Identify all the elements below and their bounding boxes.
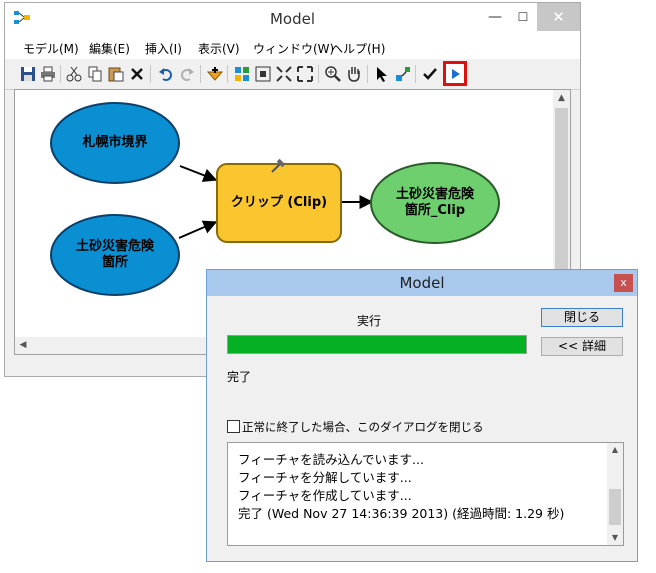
log-line: フィーチャを分解しています... xyxy=(238,470,412,485)
toolbar-separator xyxy=(227,65,228,83)
toolbar-separator xyxy=(200,65,201,83)
add-data-icon[interactable] xyxy=(206,65,224,83)
toolbar-separator xyxy=(415,65,416,83)
select-icon[interactable] xyxy=(373,65,391,83)
minimize-button[interactable]: — xyxy=(481,3,509,31)
log-line: フィーチャを作成しています... xyxy=(238,488,412,503)
log-line: 完了 (Wed Nov 27 14:36:39 2013) (経過時間: 1.2… xyxy=(238,506,565,521)
validate-icon[interactable] xyxy=(421,65,439,83)
dialog-title: Model xyxy=(399,274,445,292)
full-extent-icon[interactable] xyxy=(275,65,293,83)
menu-view[interactable]: 表示(V) xyxy=(198,40,240,57)
close-button[interactable]: ✕ xyxy=(537,3,580,31)
dialog-title-bar[interactable]: Model x xyxy=(207,270,637,296)
auto-layout-icon[interactable] xyxy=(233,65,251,83)
scroll-left-arrow-icon[interactable]: ◀ xyxy=(15,337,31,354)
input-node-2-label-line2: 箇所 xyxy=(101,255,128,270)
log-line: フィーチャを読み込んでいます... xyxy=(238,452,424,467)
log-scrollbar[interactable]: ▲ ▼ xyxy=(607,443,623,545)
toolbar-separator xyxy=(150,65,151,83)
close-on-success-checkbox[interactable] xyxy=(227,420,240,433)
progress-dialog: Model x 実行 閉じる << 詳細 完了 正常に終了した場合、このダイアロ… xyxy=(206,269,638,562)
menu-bar: モデル(M) 編集(E) 挿入(I) 表示(V) ウィンドウ(W) ヘルプ(H) xyxy=(5,35,580,59)
scroll-up-arrow-icon[interactable]: ▲ xyxy=(607,443,623,457)
progress-bar xyxy=(227,335,527,354)
output-node-label-line2: 箇所_Clip xyxy=(404,203,466,218)
close-on-success-label: 正常に終了した場合、このダイアログを閉じる xyxy=(242,420,484,434)
undo-icon[interactable] xyxy=(157,65,175,83)
print-icon[interactable] xyxy=(39,65,57,83)
zoom-in-icon[interactable] xyxy=(324,65,342,83)
connect-icon[interactable] xyxy=(394,65,412,83)
toolbar xyxy=(5,59,580,90)
save-icon[interactable] xyxy=(19,65,37,83)
progress-fill xyxy=(228,336,526,353)
output-node-label-line1: 土砂災害危険 xyxy=(395,187,474,202)
message-log[interactable]: フィーチャを読み込んでいます... フィーチャを分解しています... フィーチャ… xyxy=(227,442,624,546)
redo-icon[interactable] xyxy=(178,65,196,83)
log-scroll-thumb[interactable] xyxy=(609,489,621,525)
connector-input2-to-tool xyxy=(178,220,218,239)
paste-icon[interactable] xyxy=(107,65,125,83)
cut-icon[interactable] xyxy=(65,65,83,83)
tool-node-label: クリップ (Clip) xyxy=(230,195,328,210)
scroll-thumb[interactable] xyxy=(555,108,568,278)
dialog-close-icon[interactable]: x xyxy=(614,274,633,292)
input-node-2-label-line1: 土砂災害危険 xyxy=(75,239,154,254)
menu-window[interactable]: ウィンドウ(W) xyxy=(253,40,334,57)
menu-insert[interactable]: 挿入(I) xyxy=(145,40,182,57)
copy-icon[interactable] xyxy=(86,65,104,83)
details-toggle-button[interactable]: << 詳細 xyxy=(541,337,623,356)
done-status-text: 完了 xyxy=(227,370,252,384)
toolbar-separator xyxy=(367,65,368,83)
toolbar-separator xyxy=(60,65,61,83)
pan-icon[interactable] xyxy=(345,65,363,83)
menu-edit[interactable]: 編集(E) xyxy=(89,40,130,57)
menu-model[interactable]: モデル(M) xyxy=(23,40,79,57)
toolbar-separator xyxy=(318,65,319,83)
run-icon[interactable] xyxy=(446,65,464,83)
fit-icon[interactable] xyxy=(254,65,272,83)
delete-icon[interactable] xyxy=(128,65,146,83)
connector-input1-to-tool xyxy=(179,165,218,182)
scroll-down-arrow-icon[interactable]: ▼ xyxy=(607,531,623,545)
scroll-up-arrow-icon[interactable]: ▲ xyxy=(553,90,570,106)
maximize-button[interactable]: ☐ xyxy=(509,3,537,31)
input-node-1-label: 札幌市境界 xyxy=(82,135,148,150)
status-label: 実行 xyxy=(357,314,382,328)
fixed-zoom-icon[interactable] xyxy=(296,65,314,83)
close-dialog-button[interactable]: 閉じる xyxy=(541,308,623,327)
title-bar[interactable]: Model — ☐ ✕ xyxy=(5,3,580,35)
menu-help[interactable]: ヘルプ(H) xyxy=(331,40,385,57)
